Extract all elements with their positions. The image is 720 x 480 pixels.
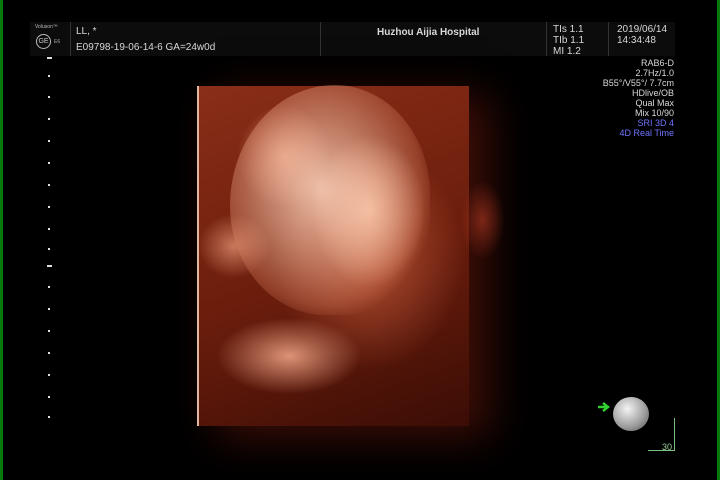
ruler-tick — [48, 416, 50, 418]
exam-id-ga: E09798-19-06-14-6 GA=24w0d — [76, 42, 216, 53]
quality-label: Qual Max — [635, 98, 674, 108]
device-model: E6 — [54, 39, 61, 45]
render-mode-label: HDlive/OB — [631, 88, 674, 98]
ruler-tick — [48, 228, 50, 230]
header-divider — [608, 22, 609, 56]
ruler-tick — [48, 118, 50, 120]
ruler-tick — [48, 96, 50, 98]
exam-time: 14:34:48 — [617, 35, 656, 46]
header-divider — [546, 22, 547, 56]
ruler-tick — [48, 140, 50, 142]
acquisition-params: RAB6-D 2.7Hz/1.0 B55°/V55°/ 7.7cm HDlive… — [603, 58, 674, 138]
probe-label: RAB6-D — [640, 58, 674, 68]
info-header: Voluson™ GE E6 LL, * E09798-19-06-14-6 G… — [30, 22, 675, 57]
ruler-tick — [48, 162, 50, 164]
ruler-tick — [48, 248, 50, 250]
scale-label: 30 — [662, 442, 673, 452]
render-shadow — [460, 180, 505, 260]
angle-depth-label: B55°/V55°/ 7.7cm — [602, 78, 674, 88]
ruler-tick — [48, 396, 50, 398]
header-divider — [320, 22, 321, 56]
ruler-tick — [48, 75, 50, 77]
mi-index: MI 1.2 — [553, 46, 581, 57]
orientation-arrow-icon — [598, 402, 611, 412]
ruler-tick — [48, 206, 50, 208]
frequency-label: 2.7Hz/1.0 — [635, 68, 674, 78]
ruler-tick — [47, 265, 52, 267]
depth-ruler — [46, 52, 54, 422]
ge-logo-icon: GE — [36, 34, 51, 49]
device-label: Voluson™ — [35, 24, 58, 30]
hospital-name: Huzhou Aijia Hospital — [377, 27, 480, 38]
ruler-tick — [47, 57, 52, 59]
ruler-tick — [48, 330, 50, 332]
ruler-tick — [48, 184, 50, 186]
patient-name: LL, * — [76, 26, 97, 37]
realtime-label: 4D Real Time — [619, 128, 674, 138]
scale-bar-vertical — [674, 418, 675, 450]
sri-label: SRI 3D 4 — [637, 118, 674, 128]
ruler-tick — [48, 308, 50, 310]
header-divider — [70, 22, 71, 56]
fetal-face-highlight — [230, 85, 430, 315]
ruler-tick — [48, 352, 50, 354]
mix-label: Mix 10/90 — [634, 108, 674, 118]
left-frame-border — [0, 0, 3, 480]
ruler-tick — [48, 374, 50, 376]
ruler-tick — [48, 286, 50, 288]
orientation-sphere-icon — [613, 397, 649, 431]
